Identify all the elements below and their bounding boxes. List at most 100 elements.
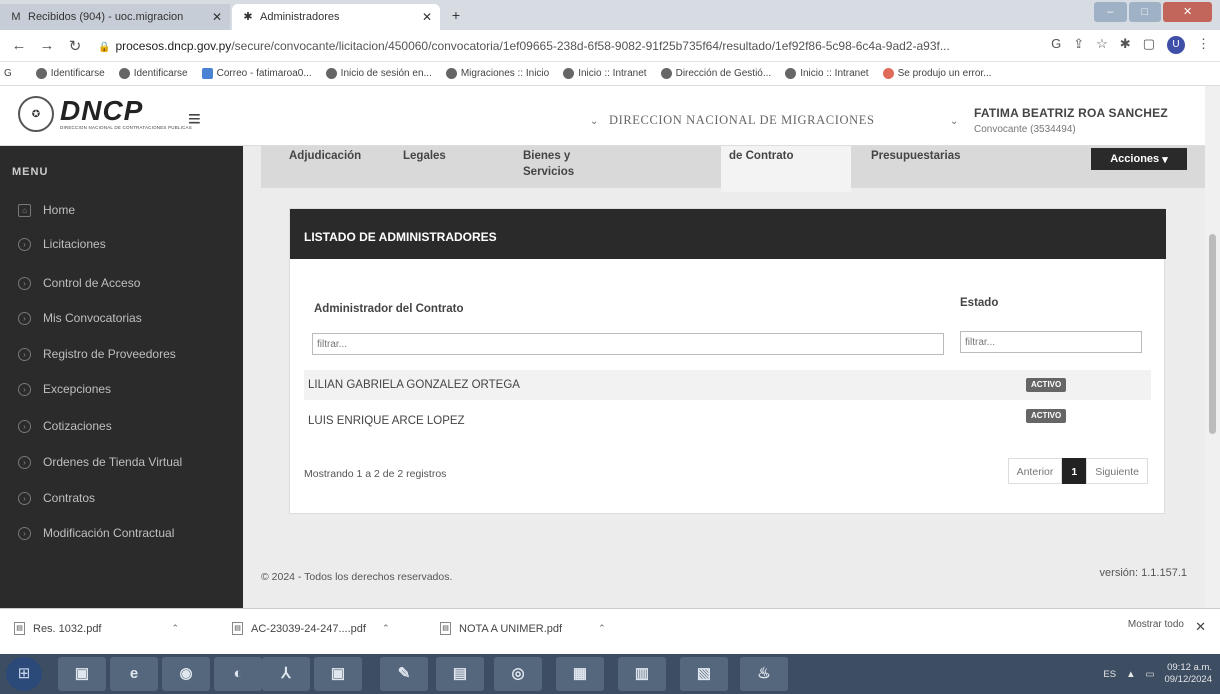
browser-tab-gmail[interactable]: M Recibidos (904) - uoc.migracion ✕	[0, 4, 230, 30]
forward-icon[interactable]: →	[38, 37, 56, 54]
admin-filter-input[interactable]	[312, 333, 944, 355]
close-tab-icon[interactable]: ✕	[422, 10, 432, 24]
close-window-button[interactable]: ✕	[1163, 2, 1213, 22]
chevron-right-icon: ›	[18, 311, 31, 325]
sidebar-item-registro-proveedores[interactable]: › Registro de Proveedores	[18, 344, 176, 364]
acciones-button[interactable]: Acciones ▾	[1091, 148, 1187, 170]
sidebar-item-modificacion[interactable]: › Modificación Contractual	[18, 523, 174, 543]
file-explorer-icon[interactable]: ▣	[58, 657, 106, 691]
bookmark-icon	[785, 68, 797, 79]
cd-icon[interactable]: ◎	[494, 657, 542, 691]
download-item[interactable]: ▤ NOTA A UNIMER.pdf ⌃	[440, 622, 606, 635]
sidebar-item-mis-convocatorias[interactable]: › Mis Convocatorias	[18, 308, 142, 328]
sidepanel-icon[interactable]: ▢	[1143, 36, 1155, 54]
bookmark-item[interactable]: Inicio :: Intranet	[563, 68, 647, 79]
chevron-up-icon[interactable]: ⌃	[172, 623, 180, 634]
bookmark-item[interactable]: Inicio de sesión en...	[325, 68, 432, 79]
reload-icon[interactable]: ↻	[66, 37, 84, 55]
acrobat-icon[interactable]: ⅄	[262, 657, 310, 691]
new-tab-button[interactable]: +	[447, 6, 465, 24]
media-icon[interactable]: ◐	[214, 657, 262, 691]
show-all-downloads-button[interactable]: Mostrar todo	[1128, 619, 1184, 630]
downloads-bar: ▤ Res. 1032.pdf ⌃ ▤ AC-23039-24-247....pdf ⌃…	[0, 608, 1220, 654]
tab-contrato[interactable]: de Contrato	[729, 148, 794, 164]
tab-legales[interactable]: Legales	[403, 148, 446, 164]
browser-menu-icon[interactable]: ⋮	[1197, 36, 1210, 54]
bookmark-item[interactable]: Migraciones :: Inicio	[445, 68, 549, 79]
browser-tab-administradores[interactable]: ✱ Administradores ✕	[232, 4, 440, 30]
java-icon[interactable]: ♨	[740, 657, 788, 691]
clock[interactable]: 09:12 a.m. 09/12/2024	[1164, 662, 1212, 686]
bookmark-icon	[563, 68, 575, 79]
tray-arrow-icon[interactable]: ▲	[1126, 669, 1135, 680]
pdf-file-icon: ▤	[440, 622, 451, 635]
bookmark-item[interactable]: Correo - fatimaroa0...	[201, 68, 312, 79]
google-icon[interactable]: G	[1051, 36, 1061, 54]
user-role: Convocante (3534494)	[974, 124, 1076, 135]
bookmark-item[interactable]: Inicio :: Intranet	[785, 68, 869, 79]
url-field[interactable]: 🔒 procesos.dncp.gov.py/secure/convocante/…	[98, 36, 998, 56]
extensions-icon[interactable]: ✱	[1120, 36, 1131, 54]
table-row[interactable]: LUIS ENRIQUE ARCE LOPEZ ACTIVO	[304, 406, 1151, 436]
excel-icon[interactable]: ▦	[556, 657, 604, 691]
bookmark-item[interactable]: Se produjo un error...	[882, 68, 992, 79]
sidebar-item-cotizaciones[interactable]: › Cotizaciones	[18, 416, 112, 436]
next-page-button[interactable]: Siguiente	[1086, 458, 1148, 484]
gmail-icon: M	[11, 11, 21, 23]
dncp-logo[interactable]: ✪ DNCP DIRECCION NACIONAL DE CONTRATACIO…	[18, 96, 192, 132]
administradores-panel: LISTADO DE ADMINISTRADORES Administrador…	[289, 208, 1166, 514]
close-icon[interactable]: ✕	[1195, 619, 1206, 635]
column-header-admin: Administrador del Contrato	[314, 303, 464, 315]
bookmark-google[interactable]: G	[4, 68, 22, 79]
language-indicator[interactable]: ES	[1103, 669, 1116, 680]
footer-version: versión: 1.1.157.1	[1099, 567, 1187, 579]
download-item[interactable]: ▤ AC-23039-24-247....pdf ⌃	[232, 622, 390, 635]
star-icon[interactable]: ☆	[1096, 36, 1108, 54]
tab-adjudicacion[interactable]: Adjudicación	[289, 148, 361, 164]
bookmark-item[interactable]: Identificarse	[35, 68, 105, 79]
page-1-button[interactable]: 1	[1062, 458, 1087, 484]
hamburger-menu-icon[interactable]: ≡	[188, 106, 201, 132]
bookmark-item[interactable]: Identificarse	[118, 68, 188, 79]
word-icon[interactable]: ✎	[380, 657, 428, 691]
chrome-icon[interactable]: ◉	[162, 657, 210, 691]
internet-explorer-icon[interactable]: e	[110, 657, 158, 691]
start-button[interactable]: ⊞	[6, 657, 42, 691]
bookmark-item[interactable]: Dirección de Gestió...	[660, 68, 771, 79]
app-icon[interactable]: ▣	[314, 657, 362, 691]
estado-filter-input[interactable]	[960, 331, 1142, 353]
home-icon: ⌂	[18, 203, 31, 217]
minimize-button[interactable]: –	[1094, 2, 1127, 22]
back-icon[interactable]: ←	[10, 37, 28, 54]
sidebar-title: MENU	[12, 166, 49, 178]
download-item[interactable]: ▤ Res. 1032.pdf ⌃	[14, 622, 179, 635]
sidebar-item-home[interactable]: ⌂ Home	[18, 200, 75, 220]
sidebar-item-ordenes-tienda[interactable]: › Ordenes de Tienda Virtual	[18, 452, 182, 472]
prev-page-button[interactable]: Anterior	[1007, 458, 1063, 484]
share-icon[interactable]: ⇪	[1073, 36, 1084, 54]
sidebar: MENU ⌂ Home › Licitaciones › Control de Acc…	[0, 146, 243, 608]
sidebar-item-control-acceso[interactable]: › Control de Acceso	[18, 273, 140, 293]
table-row[interactable]: LILIAN GABRIELA GONZALEZ ORTEGA ACTIVO	[304, 370, 1151, 400]
sidebar-item-excepciones[interactable]: › Excepciones	[18, 379, 111, 399]
close-tab-icon[interactable]: ✕	[212, 10, 222, 24]
user-name: FATIMA BEATRIZ ROA SANCHEZ	[974, 106, 1168, 120]
tab-presupuestarias[interactable]: Presupuestarias	[871, 148, 961, 164]
chevron-up-icon[interactable]: ⌃	[382, 623, 390, 634]
institution-selector[interactable]: ⌄ DIRECCION NACIONAL DE MIGRACIONES	[590, 113, 875, 128]
bookmark-icon	[35, 68, 47, 79]
window-icon[interactable]: ▤	[436, 657, 484, 691]
seal-icon: ✪	[18, 96, 54, 132]
network-icon[interactable]: ▭	[1145, 669, 1154, 680]
maximize-button[interactable]: □	[1128, 2, 1162, 22]
profile-avatar[interactable]: U	[1167, 36, 1185, 54]
scrollbar-thumb[interactable]	[1209, 234, 1216, 434]
chevron-up-icon[interactable]: ⌃	[598, 623, 606, 634]
calendar-icon[interactable]: ▧	[680, 657, 728, 691]
chevron-right-icon: ›	[18, 491, 31, 505]
project-icon[interactable]: ▥	[618, 657, 666, 691]
sidebar-item-contratos[interactable]: › Contratos	[18, 488, 95, 508]
sidebar-item-licitaciones[interactable]: › Licitaciones	[18, 234, 106, 254]
page-scrollbar[interactable]	[1205, 86, 1220, 608]
tab-bienes-servicios[interactable]: Bienes y Servicios	[523, 148, 574, 180]
